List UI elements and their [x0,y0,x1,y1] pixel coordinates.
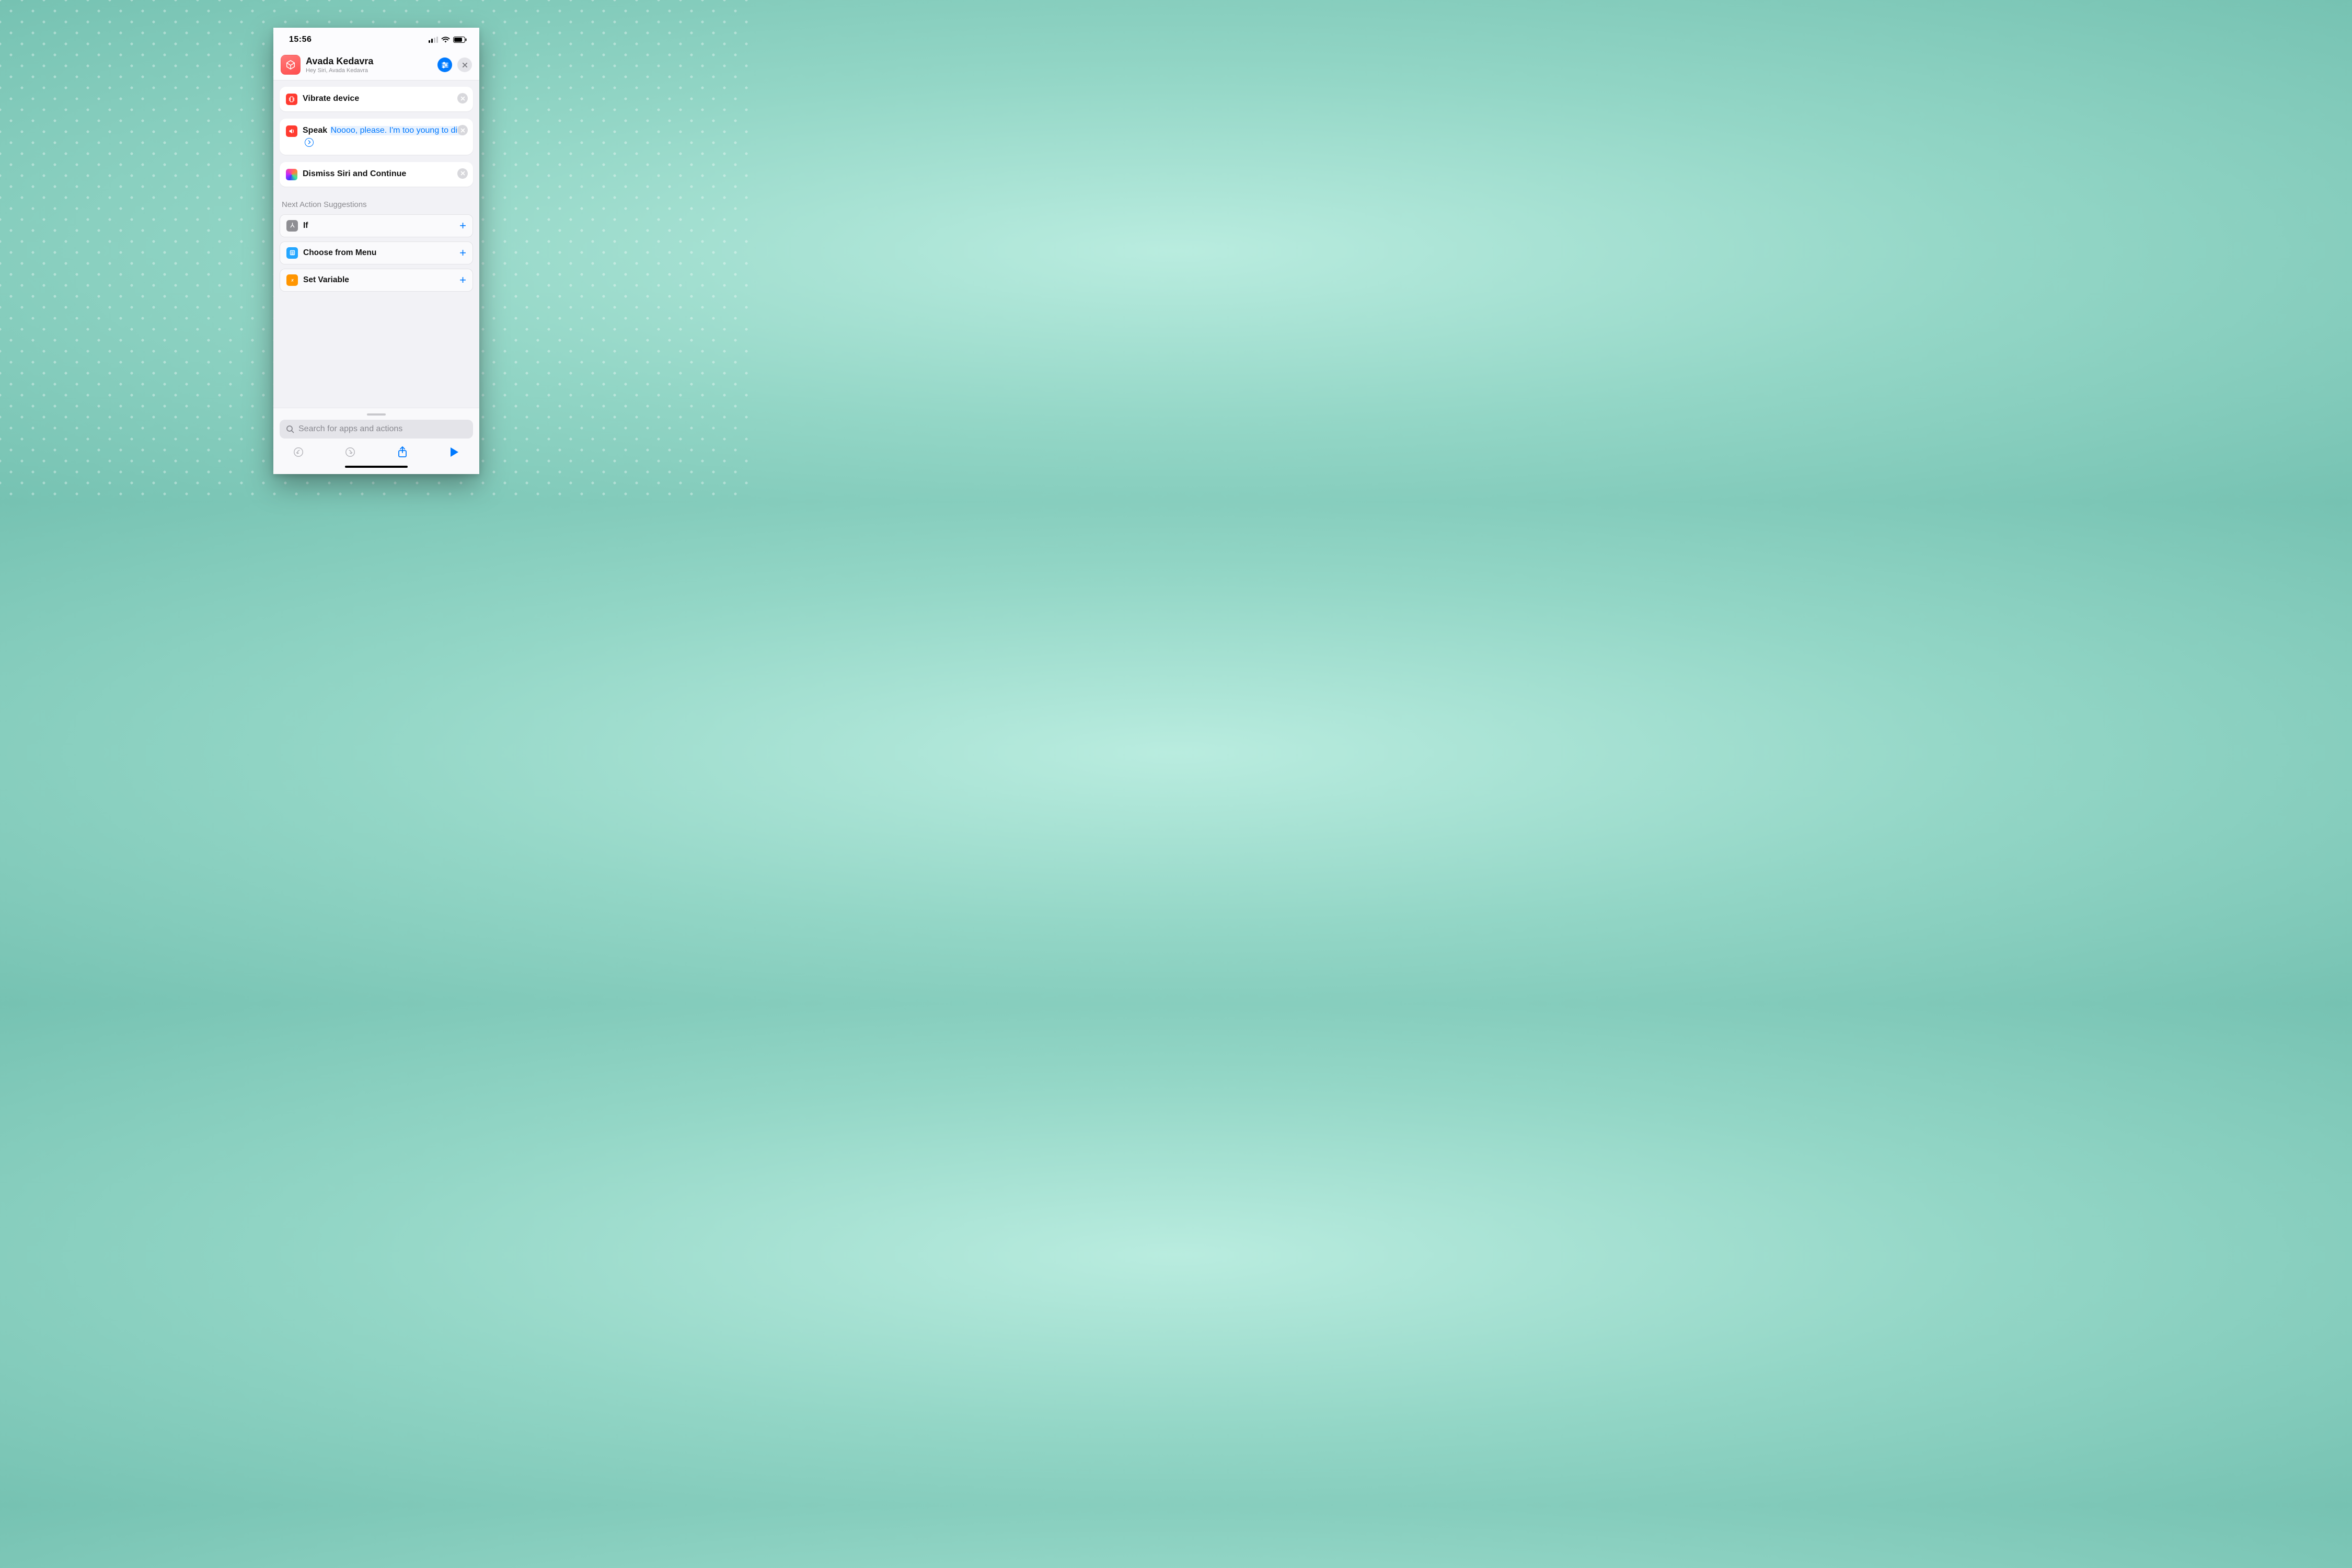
bottom-panel: Search for apps and actions [273,408,479,474]
title-block: Avada Kedavra Hey Siri, Avada Kedavra [306,56,432,74]
suggestion-label: Choose from Menu [303,248,454,258]
action-speak[interactable]: Speak Noooo, please. I'm too young to di… [280,119,473,155]
speaker-icon [286,125,297,137]
close-icon [460,128,465,133]
phone-frame: 15:56 Avada Kedavra Hey Siri, Avada Keda… [273,28,479,474]
menu-icon [286,247,298,259]
expand-param-icon[interactable] [305,138,314,147]
action-title: Dismiss Siri and Continue [303,169,406,178]
action-title: Speak [303,126,327,135]
shortcut-title: Avada Kedavra [306,56,432,67]
action-vibrate[interactable]: Vibrate device [280,87,473,111]
add-suggestion-button[interactable]: + [459,220,466,232]
search-icon [286,425,294,433]
action-dismiss-siri[interactable]: Dismiss Siri and Continue [280,162,473,187]
close-icon [462,62,468,68]
suggestion-if[interactable]: If + [280,214,473,237]
redo-button[interactable] [343,445,358,459]
remove-action-button[interactable] [457,168,468,179]
variable-icon: x [286,274,298,286]
remove-action-button[interactable] [457,93,468,103]
vibrate-icon [286,94,297,105]
suggestion-label: Set Variable [303,275,454,285]
status-icons [429,37,467,43]
share-button[interactable] [395,445,410,459]
status-time: 15:56 [289,35,312,44]
wifi-icon [441,37,450,43]
suggestion-label: If [303,221,454,230]
add-suggestion-button[interactable]: + [459,247,466,259]
cellular-icon [429,37,438,43]
search-placeholder: Search for apps and actions [298,424,402,434]
shortcut-header: Avada Kedavra Hey Siri, Avada Kedavra [273,52,479,80]
settings-button[interactable] [437,57,452,72]
shortcut-subtitle: Hey Siri, Avada Kedavra [306,67,432,74]
panel-grabber[interactable] [367,413,386,416]
search-input[interactable]: Search for apps and actions [280,420,473,439]
svg-text:x: x [291,278,294,283]
status-bar: 15:56 [273,28,479,52]
close-icon [460,96,465,101]
content-area: Vibrate device Speak Noooo, please. I'm … [273,80,479,408]
remove-action-button[interactable] [457,125,468,135]
branch-icon [286,220,298,232]
siri-icon [286,169,297,180]
home-indicator[interactable] [345,466,408,468]
undo-button[interactable] [291,445,306,459]
suggestion-set-variable[interactable]: x Set Variable + [280,269,473,292]
close-icon [460,171,465,176]
suggestions-heading: Next Action Suggestions [282,200,471,209]
sliders-icon [441,61,449,69]
add-suggestion-button[interactable]: + [459,274,466,286]
close-button[interactable] [457,57,472,72]
speak-text-param[interactable]: Noooo, please. I'm too young to die. [303,126,465,146]
suggestion-list: If + Choose from Menu + x Set Variable + [280,214,473,292]
bottom-toolbar [280,439,473,462]
shortcut-app-icon [281,55,301,75]
suggestion-choose-menu[interactable]: Choose from Menu + [280,241,473,264]
battery-icon [453,37,467,43]
action-title: Vibrate device [303,94,359,103]
run-button[interactable] [447,445,462,459]
